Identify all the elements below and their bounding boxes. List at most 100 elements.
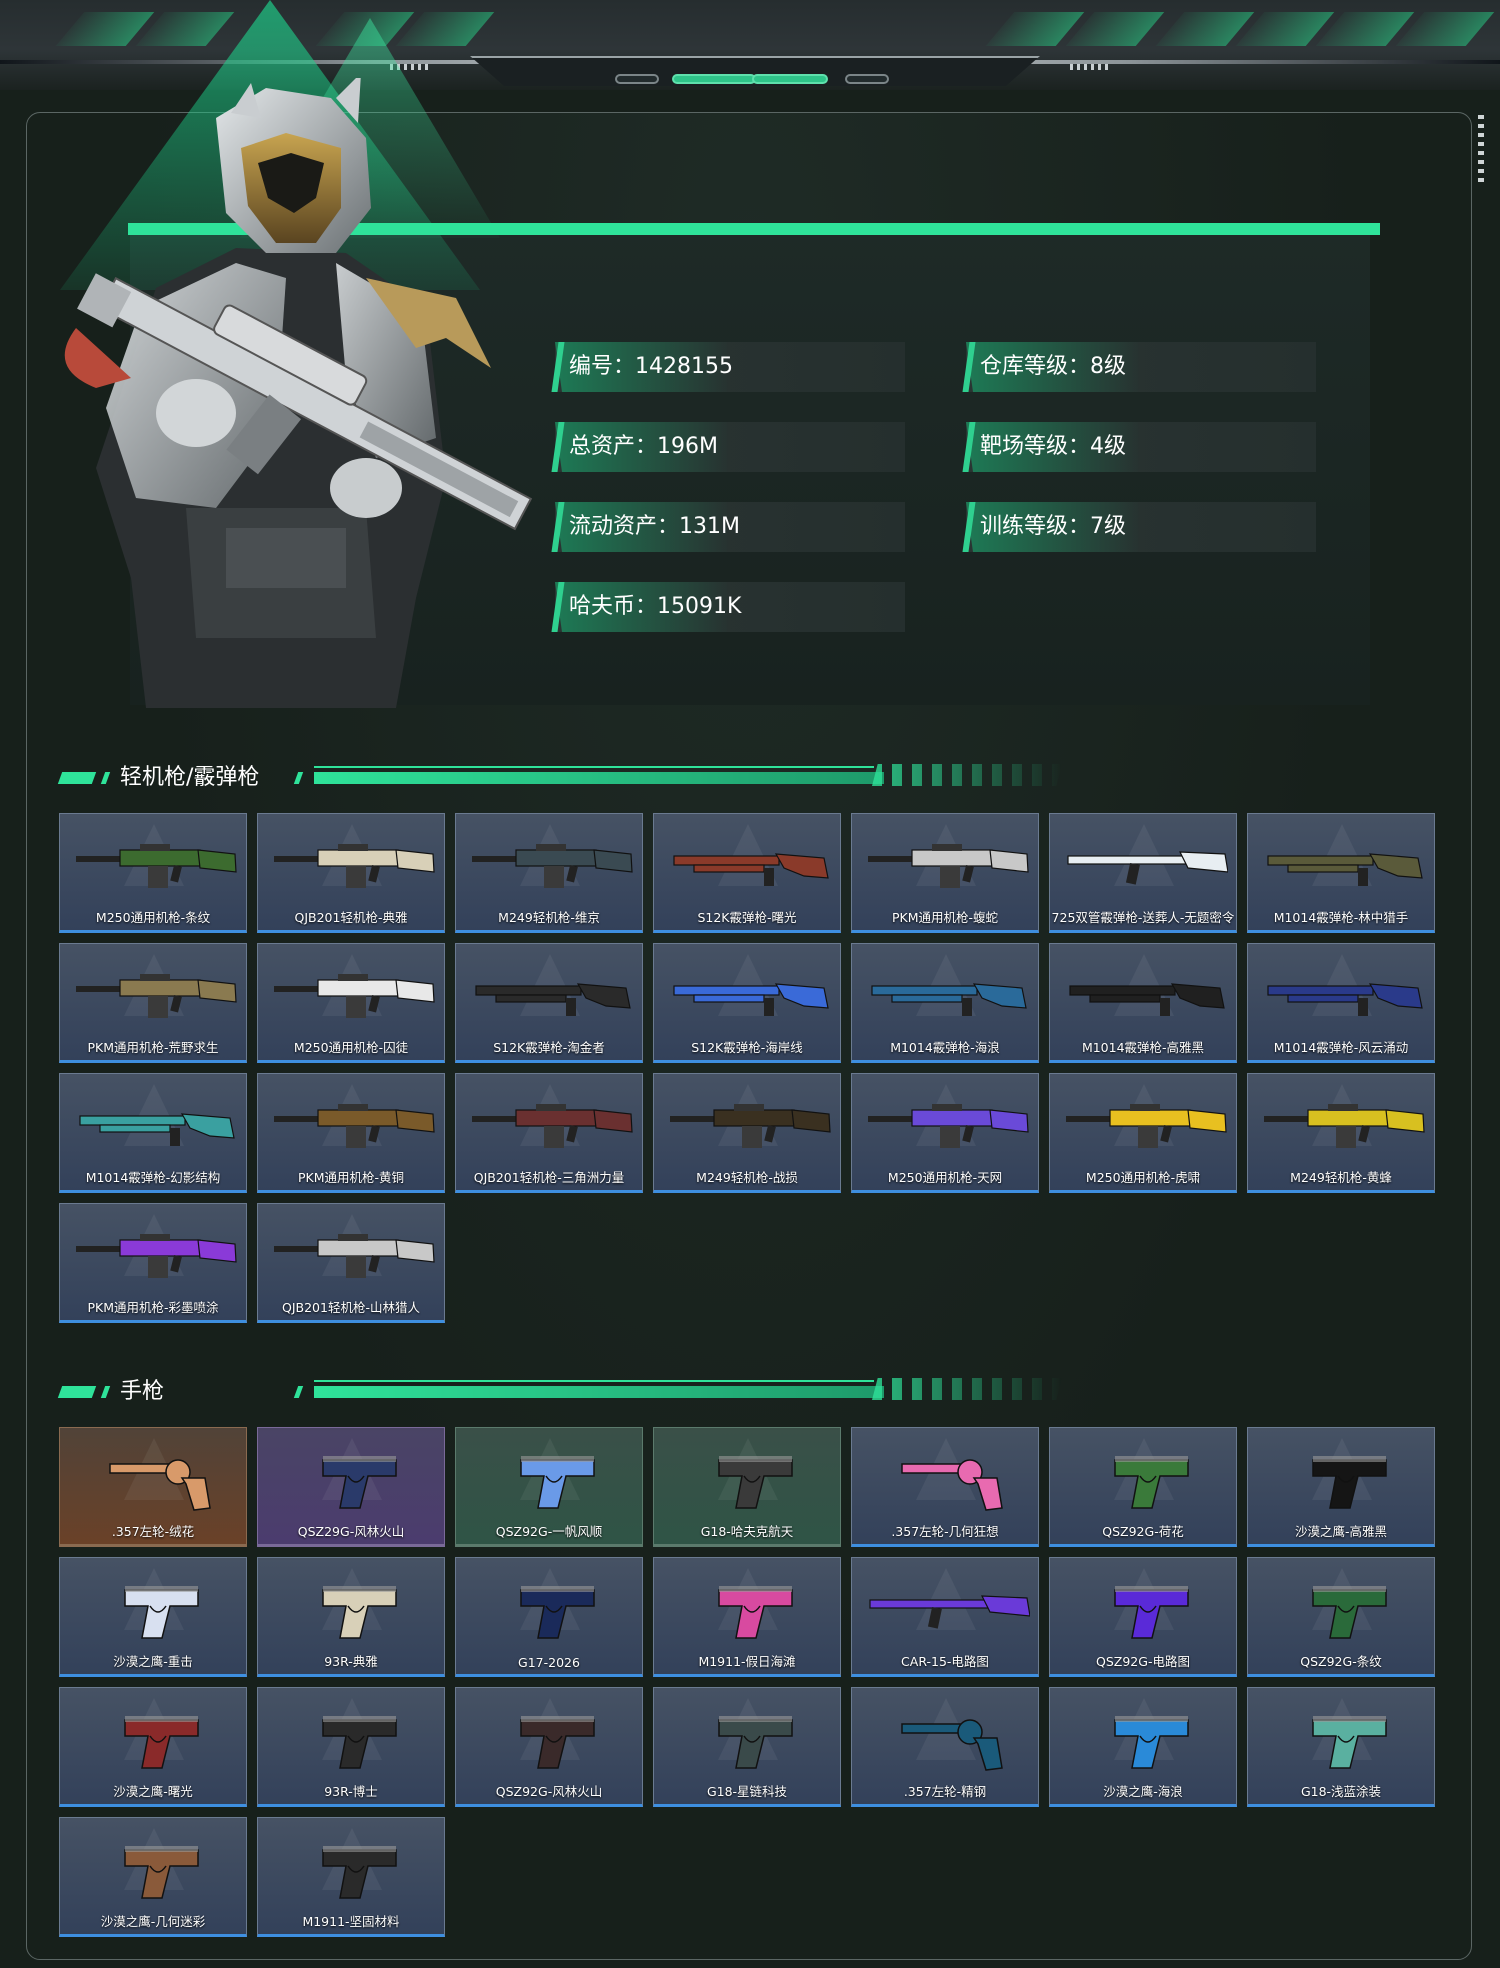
weapon-card[interactable]: .357左轮-绒花 bbox=[59, 1427, 247, 1547]
weapon-image bbox=[472, 1104, 633, 1148]
weapon-name: QJB201轻机枪-山林猎人 bbox=[282, 1300, 420, 1315]
weapon-card[interactable]: M1014霰弹枪-幻影结构 bbox=[59, 1073, 247, 1193]
weapon-name: M1911-假日海滩 bbox=[698, 1654, 796, 1669]
weapon-card[interactable]: QSZ29G-风林火山 bbox=[257, 1427, 445, 1547]
weapon-card[interactable]: S12K霰弹枪-曙光 bbox=[653, 813, 841, 933]
weapon-card[interactable]: M1014霰弹枪-风云涌动 bbox=[1247, 943, 1435, 1063]
weapon-card[interactable]: 725双管霰弹枪-送葬人-无题密令 bbox=[1049, 813, 1237, 933]
weapon-card[interactable]: M1014霰弹枪-海浪 bbox=[851, 943, 1039, 1063]
weapon-card[interactable]: QJB201轻机枪-典雅 bbox=[257, 813, 445, 933]
weapon-image bbox=[76, 844, 237, 888]
weapon-name: 沙漠之鹰-重击 bbox=[113, 1654, 193, 1669]
weapon-name: G18-浅蓝涂装 bbox=[1300, 1784, 1382, 1799]
weapon-card[interactable]: G17-2026 bbox=[455, 1557, 643, 1677]
weapon-card[interactable]: PKM通用机枪-蝮蛇 bbox=[851, 813, 1039, 933]
weapon-card[interactable]: 93R-博士 bbox=[257, 1687, 445, 1807]
weapon-card[interactable]: M1911-坚固材料 bbox=[257, 1817, 445, 1937]
weapon-card[interactable]: QSZ92G-风林火山 bbox=[455, 1687, 643, 1807]
weapon-card[interactable]: 沙漠之鹰-海浪 bbox=[1049, 1687, 1237, 1807]
weapon-card[interactable]: M249轻机枪-黄蜂 bbox=[1247, 1073, 1435, 1193]
weapon-image bbox=[1114, 1716, 1189, 1769]
weapon-card[interactable]: M250通用机枪-囚徒 bbox=[257, 943, 445, 1063]
weapon-card[interactable]: M1014霰弹枪-林中猎手 bbox=[1247, 813, 1435, 933]
weapon-name: M1014霰弹枪-高雅黑 bbox=[1081, 1040, 1205, 1055]
weapon-card[interactable]: QSZ92G-电路图 bbox=[1049, 1557, 1237, 1677]
weapon-card[interactable]: M250通用机枪-虎啸 bbox=[1049, 1073, 1237, 1193]
weapon-name: M1014霰弹枪-幻影结构 bbox=[85, 1170, 221, 1185]
weapon-card[interactable]: 沙漠之鹰-曙光 bbox=[59, 1687, 247, 1807]
weapon-name: QSZ92G-一帆风顺 bbox=[495, 1524, 603, 1539]
weapon-image bbox=[673, 853, 829, 886]
weapon-image bbox=[1267, 853, 1423, 886]
weapon-card[interactable]: M1014霰弹枪-高雅黑 bbox=[1049, 943, 1237, 1063]
weapon-name: 沙漠之鹰-曙光 bbox=[113, 1784, 193, 1799]
weapon-name: S12K霰弹枪-淘金者 bbox=[493, 1040, 605, 1055]
weapon-image bbox=[475, 983, 631, 1016]
stat-row: 哈夫币：15091K bbox=[551, 582, 905, 632]
weapon-card[interactable]: PKM通用机枪-荒野求生 bbox=[59, 943, 247, 1063]
weapon-image bbox=[520, 1586, 595, 1639]
weapon-name: PKM通用机枪-彩墨喷涂 bbox=[87, 1300, 219, 1315]
weapon-card[interactable]: 沙漠之鹰-高雅黑 bbox=[1247, 1427, 1435, 1547]
weapon-name: 93R-博士 bbox=[324, 1784, 378, 1799]
weapon-name: M1014霰弹枪-海浪 bbox=[890, 1040, 1000, 1055]
section-header: 手枪 bbox=[57, 1372, 1062, 1412]
weapon-name: QSZ92G-风林火山 bbox=[495, 1784, 603, 1799]
weapon-card[interactable]: M249轻机枪-战损 bbox=[653, 1073, 841, 1193]
weapon-card[interactable]: G18-哈夫克航天 bbox=[653, 1427, 841, 1547]
weapon-card[interactable]: QJB201轻机枪-三角洲力量 bbox=[455, 1073, 643, 1193]
weapon-name: S12K霰弹枪-曙光 bbox=[697, 910, 797, 925]
weapon-card[interactable]: QSZ92G-条纹 bbox=[1247, 1557, 1435, 1677]
weapon-name: 沙漠之鹰-海浪 bbox=[1103, 1784, 1183, 1799]
weapon-name: QJB201轻机枪-三角洲力量 bbox=[473, 1170, 625, 1185]
weapon-image bbox=[1312, 1586, 1387, 1639]
weapon-card[interactable]: PKM通用机枪-黄铜 bbox=[257, 1073, 445, 1193]
weapon-card[interactable]: CAR-15-电路图 bbox=[851, 1557, 1039, 1677]
weapon-card[interactable]: 93R-典雅 bbox=[257, 1557, 445, 1677]
weapon-image bbox=[673, 983, 829, 1016]
weapon-image bbox=[124, 1586, 199, 1639]
weapon-name: M250通用机枪-天网 bbox=[887, 1170, 1003, 1185]
weapon-image bbox=[1066, 1104, 1227, 1148]
weapon-name: PKM通用机枪-蝮蛇 bbox=[891, 910, 999, 925]
weapon-name: QSZ92G-电路图 bbox=[1096, 1654, 1190, 1669]
weapon-card[interactable]: M250通用机枪-天网 bbox=[851, 1073, 1039, 1193]
stat-row: 编号：1428155 bbox=[551, 342, 905, 392]
weapon-card[interactable]: .357左轮-几何狂想 bbox=[851, 1427, 1039, 1547]
weapon-name: 725双管霰弹枪-送葬人-无题密令 bbox=[1051, 910, 1235, 925]
weapon-card[interactable]: M1911-假日海滩 bbox=[653, 1557, 841, 1677]
weapon-card[interactable]: 沙漠之鹰-几何迷彩 bbox=[59, 1817, 247, 1937]
weapon-card[interactable]: G18-浅蓝涂装 bbox=[1247, 1687, 1435, 1807]
weapon-image bbox=[1312, 1456, 1387, 1509]
weapon-image bbox=[472, 844, 633, 888]
scroll-indicator[interactable] bbox=[1478, 115, 1484, 185]
weapon-name: QSZ29G-风林火山 bbox=[297, 1524, 405, 1539]
weapon-card[interactable]: G18-星链科技 bbox=[653, 1687, 841, 1807]
weapon-name: G17-2026 bbox=[518, 1655, 580, 1670]
weapon-image bbox=[322, 1456, 397, 1509]
weapon-name: PKM通用机枪-黄铜 bbox=[297, 1170, 405, 1185]
weapon-card[interactable]: QSZ92G-荷花 bbox=[1049, 1427, 1237, 1547]
weapon-card[interactable]: 沙漠之鹰-重击 bbox=[59, 1557, 247, 1677]
weapon-card[interactable]: .357左轮-精钢 bbox=[851, 1687, 1039, 1807]
weapon-image bbox=[322, 1586, 397, 1639]
weapon-image bbox=[274, 1234, 435, 1278]
weapon-card[interactable]: PKM通用机枪-彩墨喷涂 bbox=[59, 1203, 247, 1323]
weapon-image bbox=[869, 1595, 1030, 1629]
weapon-name: M1014霰弹枪-风云涌动 bbox=[1273, 1040, 1409, 1055]
weapon-card[interactable]: S12K霰弹枪-淘金者 bbox=[455, 943, 643, 1063]
weapon-name: QSZ92G-荷花 bbox=[1102, 1524, 1184, 1539]
stat-text: 编号：1428155 bbox=[569, 354, 733, 379]
weapon-card[interactable]: M249轻机枪-维京 bbox=[455, 813, 643, 933]
weapon-card[interactable]: QSZ92G-一帆风顺 bbox=[455, 1427, 643, 1547]
weapon-image bbox=[868, 844, 1029, 888]
weapon-image bbox=[76, 974, 237, 1018]
weapon-image bbox=[1114, 1456, 1189, 1509]
weapon-card[interactable]: M250通用机枪-条纹 bbox=[59, 813, 247, 933]
stat-row: 总资产：196M bbox=[551, 422, 905, 472]
weapon-name: M1911-坚固材料 bbox=[302, 1914, 400, 1929]
weapon-card[interactable]: S12K霰弹枪-海岸线 bbox=[653, 943, 841, 1063]
weapon-name: G18-星链科技 bbox=[706, 1784, 788, 1799]
weapon-image bbox=[322, 1716, 397, 1769]
weapon-card[interactable]: QJB201轻机枪-山林猎人 bbox=[257, 1203, 445, 1323]
